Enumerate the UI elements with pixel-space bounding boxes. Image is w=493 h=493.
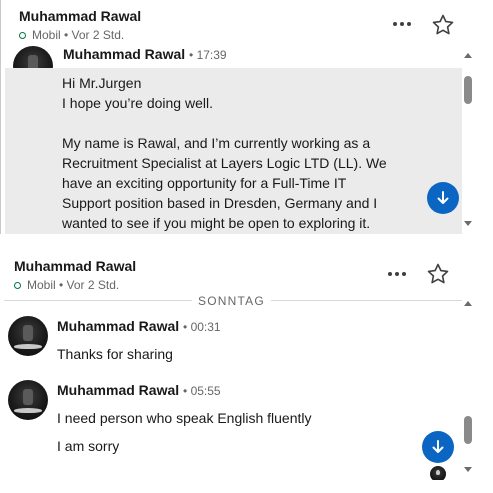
message-highlight: Hi Mr.Jurgen I hope you’re doing well. M…: [5, 68, 462, 234]
contact-status: Mobil • Vor 2 Std.: [19, 28, 124, 42]
message-body: Thanks for sharing: [57, 346, 173, 362]
message-time: • 17:39: [189, 48, 227, 62]
jump-to-latest-button[interactable]: [427, 182, 459, 214]
scrollbar-thumb[interactable]: [464, 76, 472, 104]
sender-name[interactable]: Muhammad Rawal: [63, 46, 185, 62]
avatar[interactable]: [8, 316, 48, 356]
status-text: Mobil • Vor 2 Std.: [32, 28, 125, 42]
more-horizontal-icon: [388, 272, 392, 276]
conversation-panel-top: Muhammad Rawal Mobil • Vor 2 Std. Muhamm…: [0, 0, 480, 234]
more-horizontal-icon: [393, 22, 397, 26]
message-line: [62, 113, 402, 133]
message-line: wanted to see if you might be open to ex…: [62, 215, 371, 231]
contact-status: Mobil • Vor 2 Std.: [14, 278, 119, 292]
scroll-up-arrow[interactable]: [462, 298, 474, 308]
sender-name[interactable]: Muhammad Rawal: [57, 318, 179, 334]
message-line: I hope you’re doing well.: [62, 95, 213, 111]
scroll-down-arrow[interactable]: [462, 464, 474, 474]
status-text: Mobil • Vor 2 Std.: [27, 278, 120, 292]
message-time: • 00:31: [183, 320, 221, 334]
message-sender[interactable]: Muhammad Rawal • 17:39: [63, 46, 227, 62]
message-line: My name is Rawal, and I’m currently work…: [62, 135, 371, 151]
contact-name[interactable]: Muhammad Rawal: [14, 258, 136, 274]
message-time: • 05:55: [183, 384, 221, 398]
jump-to-latest-button[interactable]: [422, 431, 454, 463]
message-body: I am sorry: [57, 438, 120, 454]
message-body: Hi Mr.Jurgen I hope you’re doing well. M…: [62, 73, 402, 233]
arrow-down-icon: [432, 440, 444, 453]
scroll-down-arrow[interactable]: [462, 218, 474, 228]
star-icon[interactable]: [431, 13, 455, 37]
message-line: Hi Mr.Jurgen: [62, 75, 142, 91]
conversation-header: Muhammad Rawal Mobil • Vor 2 Std.: [1, 0, 480, 46]
conversation-header: Muhammad Rawal Mobil • Vor 2 Std.: [0, 250, 480, 296]
message-body: I need person who speak English fluently: [57, 410, 312, 426]
more-options-button[interactable]: [388, 272, 406, 276]
contact-name[interactable]: Muhammad Rawal: [19, 8, 141, 24]
conversation-panel-bottom: Muhammad Rawal Mobil • Vor 2 Std. SONNTA…: [0, 250, 480, 480]
scrollbar-thumb[interactable]: [464, 416, 472, 444]
more-options-button[interactable]: [393, 22, 411, 26]
message-sender[interactable]: Muhammad Rawal • 05:55: [57, 382, 221, 398]
day-divider-label: SONNTAG: [192, 294, 271, 308]
message-line: Recruitment Specialist at Layers Logic L…: [62, 155, 387, 171]
arrow-down-icon: [437, 191, 449, 204]
message-line: have an exciting opportunity for a Full-…: [62, 175, 347, 191]
seen-receipt-avatar: [430, 466, 446, 480]
presence-ring-icon: [19, 31, 26, 39]
scrollbar[interactable]: [462, 298, 474, 480]
presence-ring-icon: [14, 281, 21, 289]
message-sender[interactable]: Muhammad Rawal • 00:31: [57, 318, 221, 334]
scrollbar[interactable]: [462, 50, 474, 232]
sender-name[interactable]: Muhammad Rawal: [57, 382, 179, 398]
scroll-up-arrow[interactable]: [462, 50, 474, 60]
avatar[interactable]: [8, 380, 48, 420]
star-icon[interactable]: [426, 262, 450, 286]
message-line: Support position based in Dresden, Germa…: [62, 195, 378, 211]
